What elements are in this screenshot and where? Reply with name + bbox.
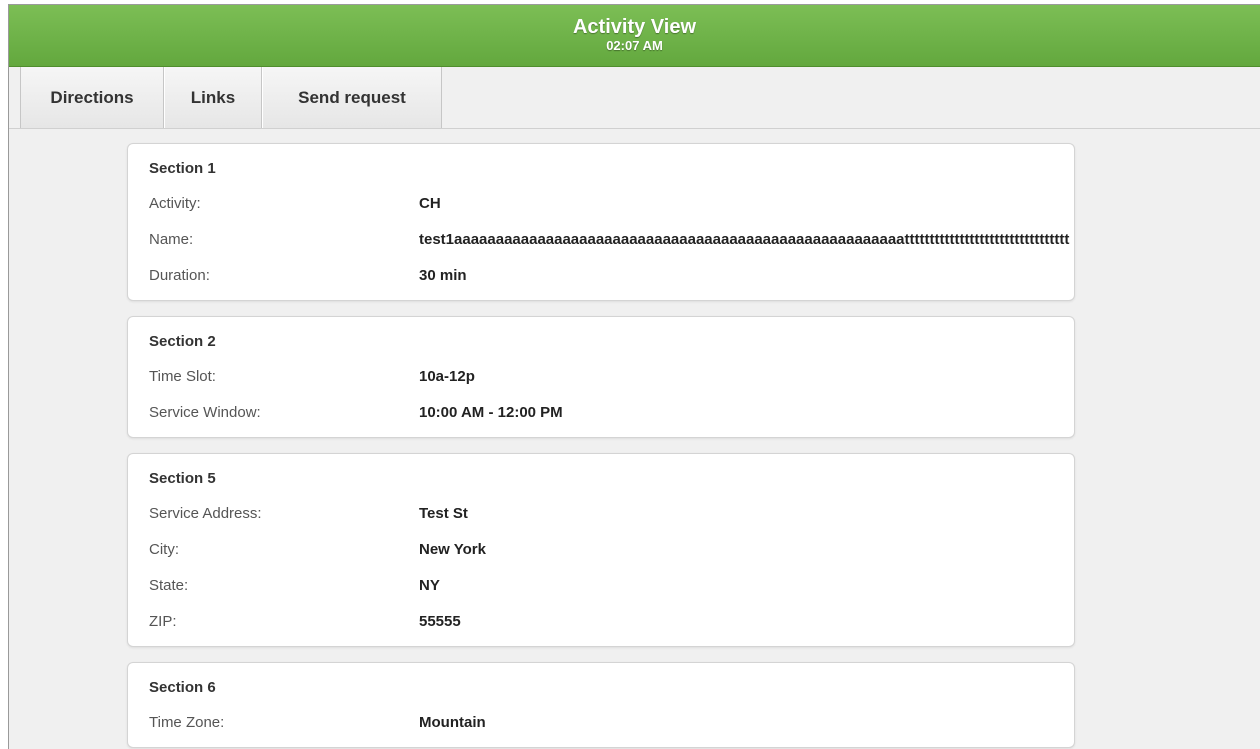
detail-row-name: Name: test1aaaaaaaaaaaaaaaaaaaaaaaaaaaaa… xyxy=(149,228,1074,264)
send-request-button[interactable]: Send request xyxy=(262,67,442,128)
detail-value: NY xyxy=(419,577,440,594)
detail-value: Test St xyxy=(419,505,468,522)
detail-row-zip: ZIP: 55555 xyxy=(149,610,1074,634)
detail-row-service-address: Service Address: Test St xyxy=(149,502,1074,538)
detail-label: Time Slot: xyxy=(149,368,216,385)
detail-label: Activity: xyxy=(149,195,201,212)
page-header: Activity View 02:07 AM xyxy=(9,5,1260,67)
detail-row-time-slot: Time Slot: 10a-12p xyxy=(149,365,1074,401)
detail-value: 10:00 AM - 12:00 PM xyxy=(419,404,563,421)
links-button[interactable]: Links xyxy=(164,67,262,128)
detail-label: Duration: xyxy=(149,267,210,284)
action-toolbar: Directions Links Send request xyxy=(9,67,1260,129)
section-6-card: Section 6 Time Zone: Mountain xyxy=(127,662,1075,748)
detail-label: Service Address: xyxy=(149,505,262,522)
section-2-card: Section 2 Time Slot: 10a-12p Service Win… xyxy=(127,316,1075,438)
section-1-card: Section 1 Activity: CH Name: test1aaaaaa… xyxy=(127,143,1075,301)
detail-value: New York xyxy=(419,541,486,558)
section-title: Section 5 xyxy=(149,470,216,487)
detail-row-state: State: NY xyxy=(149,574,1074,610)
detail-row-time-zone: Time Zone: Mountain xyxy=(149,711,1074,735)
detail-value: 30 min xyxy=(419,267,467,284)
detail-label: Name: xyxy=(149,231,194,248)
detail-row-city: City: New York xyxy=(149,538,1074,574)
detail-value: test1aaaaaaaaaaaaaaaaaaaaaaaaaaaaaaaaaaa… xyxy=(419,231,1070,248)
detail-value: CH xyxy=(419,195,441,212)
detail-label: State: xyxy=(149,577,189,594)
activity-view-window: Activity View 02:07 AM Directions Links … xyxy=(8,4,1260,749)
header-time: 02:07 AM xyxy=(606,38,663,53)
detail-row-activity: Activity: CH xyxy=(149,192,1074,228)
section-5-card: Section 5 Service Address: Test St City:… xyxy=(127,453,1075,647)
page-title: Activity View xyxy=(572,16,697,38)
detail-value: 10a-12p xyxy=(419,368,475,385)
detail-label: Service Window: xyxy=(149,404,261,421)
detail-label: ZIP: xyxy=(149,613,177,630)
directions-button[interactable]: Directions xyxy=(20,67,164,128)
activity-details: Section 1 Activity: CH Name: test1aaaaaa… xyxy=(9,129,1260,748)
section-title: Section 1 xyxy=(149,160,216,177)
detail-row-service-window: Service Window: 10:00 AM - 12:00 PM xyxy=(149,401,1074,425)
section-title: Section 6 xyxy=(149,679,216,696)
detail-value: Mountain xyxy=(419,714,486,731)
detail-row-duration: Duration: 30 min xyxy=(149,264,1074,288)
detail-label: Time Zone: xyxy=(149,714,225,731)
detail-value: 55555 xyxy=(419,613,461,630)
detail-label: City: xyxy=(149,541,179,558)
section-title: Section 2 xyxy=(149,333,216,350)
